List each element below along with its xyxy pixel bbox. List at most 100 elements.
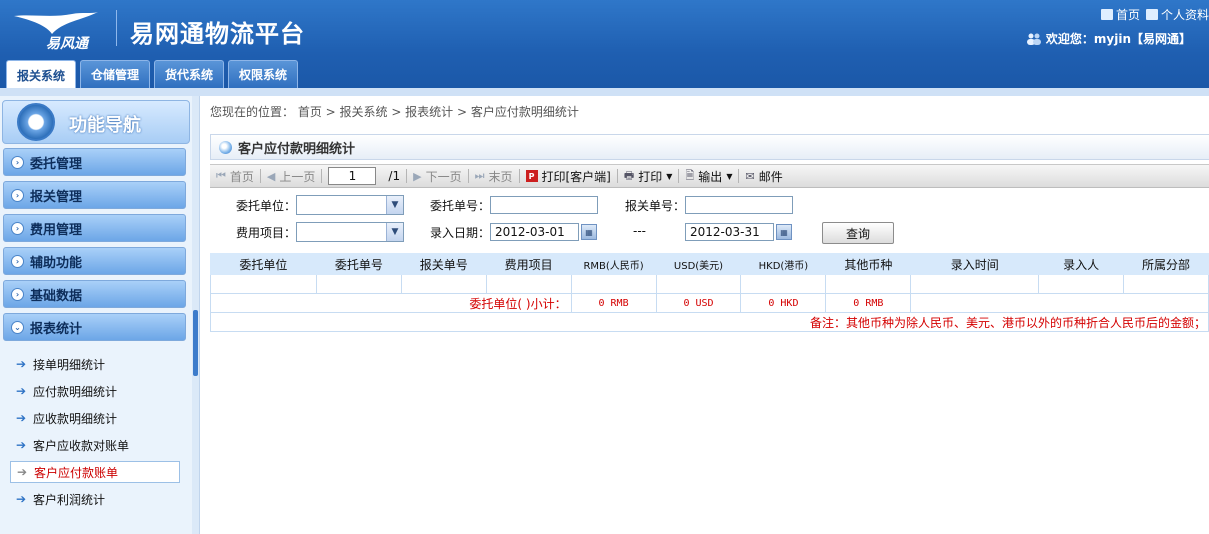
printer-icon: 🖶	[623, 168, 635, 182]
subtotal-row: 委托单位( )小计： 0 RMB 0 USD 0 HKD 0 RMB	[210, 293, 1209, 313]
entrust-unit-label: 委托单位：	[236, 199, 297, 213]
arrow-right-icon: ➔	[17, 465, 28, 479]
nav-header: 功能导航	[2, 100, 190, 144]
tab-warehouse[interactable]: 仓储管理	[80, 60, 151, 88]
next-page-label: 下一页	[425, 169, 462, 184]
mail-label: 邮件	[758, 169, 783, 184]
top-links: 首页 个人资料	[1100, 6, 1209, 23]
sidebar: 功能导航 › 委托管理 › 报关管理 › 费用管理 › 辅助功能 › 基础数据 …	[0, 96, 193, 534]
table-cell	[740, 274, 827, 294]
prev-page-button[interactable]: ◀ 上一页	[261, 168, 321, 185]
home-link-label: 首页	[1115, 8, 1140, 22]
export-label: 输出	[698, 169, 723, 184]
subtotal-label: 委托单位( )小计：	[210, 293, 572, 313]
menu-auxiliary[interactable]: › 辅助功能	[3, 247, 186, 275]
nav-title: 功能导航	[69, 115, 141, 136]
first-page-button[interactable]: ⏮ 首页	[210, 168, 260, 185]
col-header: 费用项目	[485, 253, 572, 275]
sub-item-label: 应收款明细统计	[33, 411, 118, 426]
calendar-icon[interactable]: ▦	[581, 224, 597, 240]
sub-item-receivable-details[interactable]: ➔ 应收款明细统计	[10, 407, 180, 429]
query-button[interactable]: 查询	[822, 222, 894, 244]
print-client-label: 打印[客户端]	[541, 169, 611, 184]
page-box: /1	[322, 167, 406, 185]
table-cell	[910, 293, 1209, 313]
last-page-icon: ⏭	[474, 169, 485, 182]
next-page-button[interactable]: ▶ 下一页	[407, 168, 467, 185]
pager-toolbar: ⏮首页 ◀上一页 /1 ▶下一页 ⏭末页 P打印[客户端] 🖶打印▼ 🗎输出▼ …	[210, 164, 1209, 188]
sub-item-label: 接单明细统计	[33, 357, 106, 372]
tab-permissions[interactable]: 权限系统	[228, 60, 299, 88]
menu-fees[interactable]: › 费用管理	[3, 214, 186, 242]
fee-item-label: 费用项目：	[236, 226, 297, 240]
last-page-button[interactable]: ⏭ 末页	[469, 168, 519, 185]
table-row	[210, 274, 1209, 294]
logo-text: 易风通	[46, 36, 88, 52]
col-header: USD(美元)	[655, 253, 742, 275]
note-row: 备注：其他币种为除人民币、美元、港币以外的币种折合人民币后的金额；	[210, 312, 1209, 332]
splitter-handle[interactable]	[193, 310, 198, 376]
envelope-icon: ✉	[745, 169, 755, 183]
subtotal-usd: 0 USD	[655, 293, 742, 313]
sub-item-payable-details[interactable]: ➔ 应付款明细统计	[10, 380, 180, 402]
compass-icon	[17, 103, 55, 141]
logo[interactable]: 易风通	[8, 6, 108, 52]
sub-item-customer-profit[interactable]: ➔ 客户利润统计	[10, 488, 180, 510]
chevron-down-icon: ▼	[386, 223, 403, 241]
col-header: 录入人	[1038, 253, 1125, 275]
print-button[interactable]: 🖶 打印 ▼	[618, 167, 679, 186]
panel-title-bar: 客户应付款明细统计	[210, 134, 1209, 160]
sub-item-customer-payable-bill[interactable]: ➔ 客户应付款账单	[10, 461, 180, 483]
table-cell	[485, 274, 572, 294]
customs-no-input[interactable]	[685, 196, 793, 214]
col-header: 录入时间	[910, 253, 1040, 275]
platform-title: 易网通物流平台	[130, 20, 305, 48]
calendar-icon[interactable]: ▦	[776, 224, 792, 240]
page-number-input[interactable]	[328, 167, 377, 185]
date-to-input[interactable]: 2012-03-31	[685, 223, 774, 241]
entrust-no-input[interactable]	[490, 196, 598, 214]
mail-button[interactable]: ✉ 邮件	[739, 168, 788, 185]
arrow-right-icon: ➔	[16, 384, 27, 398]
sub-item-label: 应付款明细统计	[33, 384, 118, 399]
table-cell	[315, 274, 402, 294]
prev-page-icon: ◀	[266, 169, 276, 183]
menu-reports[interactable]: ⌄ 报表统计	[3, 313, 186, 341]
fee-item-select[interactable]: ▼	[296, 222, 404, 242]
export-button[interactable]: 🗎 输出 ▼	[679, 167, 738, 186]
menu-basic-data[interactable]: › 基础数据	[3, 280, 186, 308]
chevron-down-icon: ⌄	[11, 320, 24, 334]
sub-item-order-details[interactable]: ➔ 接单明细统计	[10, 353, 180, 375]
chevron-right-icon: ›	[11, 287, 24, 301]
entrust-unit-select[interactable]: ▼	[296, 195, 404, 215]
subtotal-other: 0 RMB	[825, 293, 912, 313]
chevron-right-icon: ›	[11, 188, 24, 202]
menu-label: 基础数据	[30, 288, 83, 304]
sub-item-customer-receivable-statement[interactable]: ➔ 客户应收款对账单	[10, 434, 180, 456]
first-page-label: 首页	[229, 169, 254, 184]
menu-label: 报表统计	[30, 321, 83, 337]
col-header: RMB(人民币)	[570, 253, 657, 275]
page-total: /1	[388, 169, 401, 183]
table-cell	[655, 274, 742, 294]
menu-entrust[interactable]: › 委托管理	[3, 148, 186, 176]
col-header: HKD(港币)	[740, 253, 827, 275]
profile-link-label: 个人资料	[1160, 8, 1209, 22]
profile-link[interactable]: 个人资料	[1145, 6, 1209, 23]
menu-customs[interactable]: › 报关管理	[3, 181, 186, 209]
header-bottom-strip	[0, 88, 1209, 96]
print-client-button[interactable]: P 打印[客户端]	[520, 168, 617, 185]
subtotal-rmb: 0 RMB	[570, 293, 657, 313]
tab-customs-system[interactable]: 报关系统	[6, 60, 77, 89]
tab-freight[interactable]: 货代系统	[154, 60, 225, 88]
date-from-input[interactable]: 2012-03-01	[490, 223, 579, 241]
welcome-text: 欢迎您：myjin【易网通】	[1045, 32, 1191, 46]
system-tabs: 报关系统 仓储管理 货代系统 权限系统	[6, 60, 299, 89]
table-cell	[1123, 274, 1209, 294]
export-document-icon: 🗎	[685, 168, 695, 182]
currency-note: 备注：其他币种为除人民币、美元、港币以外的币种折合人民币后的金额；	[210, 312, 1209, 332]
home-link[interactable]: 首页	[1100, 6, 1140, 23]
welcome-message: 欢迎您：myjin【易网通】	[1026, 30, 1191, 47]
table-cell	[1038, 274, 1125, 294]
print-label: 打印	[638, 169, 663, 184]
